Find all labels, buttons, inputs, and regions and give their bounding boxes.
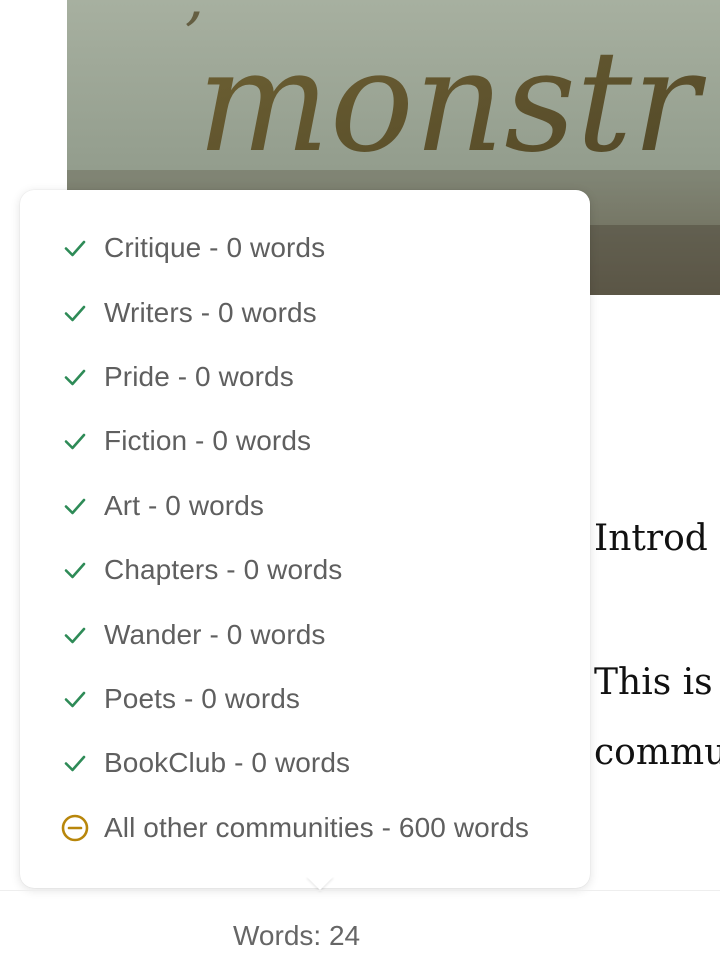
- community-item: All other communities - 600 words: [20, 796, 590, 860]
- check-icon: [60, 233, 90, 263]
- check-icon: [60, 362, 90, 392]
- community-label: Critique - 0 words: [104, 232, 326, 264]
- svg-text:,: ,: [185, 0, 204, 33]
- article-line-intro: Introd: [594, 518, 708, 559]
- check-icon: [60, 620, 90, 650]
- check-icon: [60, 491, 90, 521]
- community-item: Pride - 0 words: [20, 345, 590, 409]
- community-item: Poets - 0 words: [20, 667, 590, 731]
- community-label: All other communities - 600 words: [104, 811, 530, 843]
- community-label: Wander - 0 words: [104, 618, 326, 650]
- check-icon: [60, 298, 90, 328]
- check-icon: [60, 684, 90, 714]
- check-icon: [60, 426, 90, 456]
- popover-arrow: [306, 876, 334, 890]
- cover-lettering: monstr: [197, 21, 706, 184]
- community-item: Art - 0 words: [20, 474, 590, 538]
- community-label: Poets - 0 words: [104, 682, 301, 714]
- editor-page: monstr , Introd This is commu Critique -…: [0, 0, 720, 977]
- community-item: Critique - 0 words: [20, 216, 590, 280]
- check-icon: [60, 555, 90, 585]
- community-item: Wander - 0 words: [20, 602, 590, 666]
- check-icon: [60, 748, 90, 778]
- article-line-2: This is: [594, 662, 713, 703]
- community-item: Writers - 0 words: [20, 280, 590, 344]
- community-list: Critique - 0 words Writers - 0 words Pride…: [20, 216, 590, 860]
- community-label: BookClub - 0 words: [104, 747, 351, 779]
- word-count-toggle[interactable]: Words: 24: [233, 920, 360, 952]
- article-line-3: commu: [594, 732, 720, 773]
- community-item: Fiction - 0 words: [20, 409, 590, 473]
- minus-circle-icon: [60, 813, 90, 843]
- community-label: Chapters - 0 words: [104, 554, 343, 586]
- community-label: Pride - 0 words: [104, 360, 294, 392]
- community-label: Writers - 0 words: [104, 296, 317, 328]
- community-label: Art - 0 words: [104, 489, 265, 521]
- community-item: Chapters - 0 words: [20, 538, 590, 602]
- community-item: BookClub - 0 words: [20, 731, 590, 795]
- communities-popover: Critique - 0 words Writers - 0 words Pride…: [20, 190, 590, 890]
- footer-divider: [0, 890, 720, 891]
- community-label: Fiction - 0 words: [104, 425, 312, 457]
